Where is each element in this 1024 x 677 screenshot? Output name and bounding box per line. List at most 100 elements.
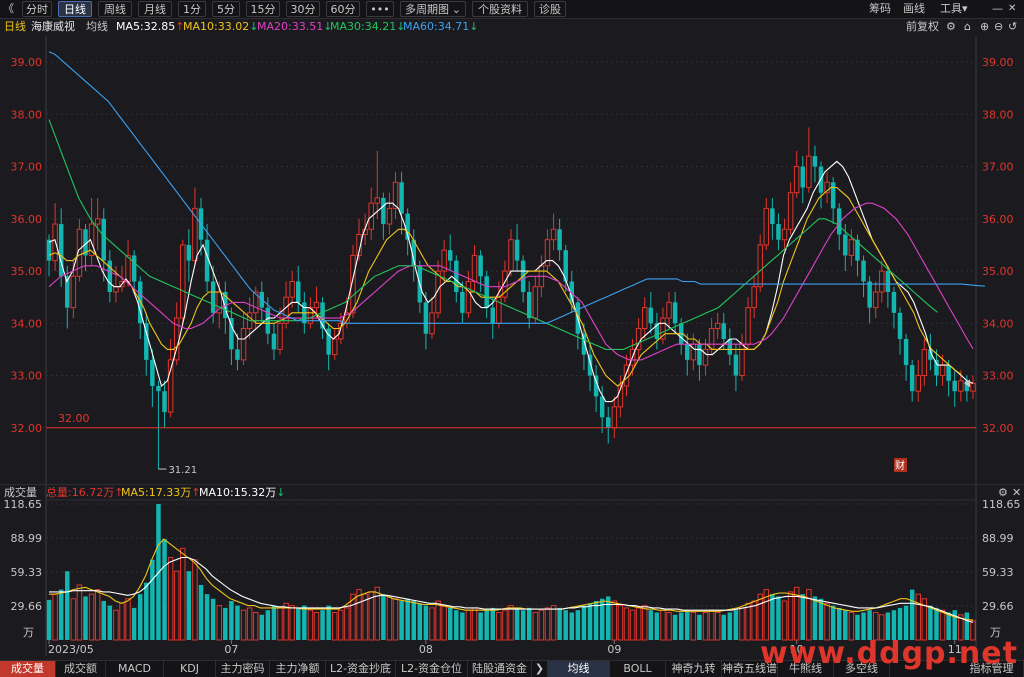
volume-bar-up bbox=[472, 608, 476, 640]
volume-bar-up bbox=[89, 594, 93, 640]
candle-body-down bbox=[952, 381, 956, 391]
volume-bar-down bbox=[728, 612, 732, 640]
volume-bar-up bbox=[217, 606, 221, 640]
candle-body-up bbox=[314, 302, 318, 307]
volume-bar-down bbox=[260, 615, 264, 640]
volume-bar-down bbox=[454, 610, 458, 640]
candle-body-up bbox=[709, 329, 713, 350]
volume-bar-down bbox=[405, 599, 409, 640]
volume-bar-down bbox=[776, 596, 780, 640]
candle-body-down bbox=[861, 261, 865, 282]
volume-bar-down bbox=[722, 615, 726, 640]
volume-tick-label-right: 59.33 bbox=[982, 566, 1014, 579]
candle-body-up bbox=[278, 323, 282, 349]
volume-bar-up bbox=[284, 603, 288, 640]
volume-bar-down bbox=[211, 599, 215, 640]
tabs-scroll-icon[interactable]: ❯ bbox=[532, 661, 548, 677]
tab-ma[interactable]: 均线 bbox=[548, 661, 610, 677]
settings-gear-icon[interactable]: ⚙ bbox=[998, 485, 1008, 501]
volume-bar-up bbox=[430, 608, 434, 640]
volume-bar-up bbox=[466, 610, 470, 640]
tab-hk-connect[interactable]: 陆股通资金 bbox=[468, 661, 532, 677]
candle-body-up bbox=[612, 407, 616, 428]
candle-body-up bbox=[807, 156, 811, 187]
candle-body-down bbox=[606, 417, 610, 427]
volume-bar-up bbox=[782, 601, 786, 640]
volume-tick-label-left: 88.99 bbox=[11, 532, 43, 545]
tab-l2-bottom[interactable]: L2-资金抄底 bbox=[326, 661, 396, 677]
volume-bar-down bbox=[685, 610, 689, 640]
volume-bar-down bbox=[679, 612, 683, 640]
volume-title: 成交量 bbox=[4, 485, 37, 501]
volume-bar-up bbox=[545, 608, 549, 640]
tab-turnover[interactable]: 成交额 bbox=[56, 661, 106, 677]
tab-kdj[interactable]: KDJ bbox=[164, 661, 216, 677]
volume-bar-down bbox=[199, 585, 203, 640]
volume-bar-down bbox=[734, 610, 738, 640]
tab-magic-nine[interactable]: 神奇九转 bbox=[666, 661, 722, 677]
volume-bar-down bbox=[187, 571, 191, 640]
candle-body-down bbox=[150, 360, 154, 386]
candle-body-up bbox=[758, 245, 762, 287]
volume-bar-down bbox=[399, 601, 403, 640]
volume-bar-up bbox=[667, 612, 671, 640]
volume-bar-down bbox=[302, 606, 306, 640]
volume-bar-up bbox=[339, 610, 343, 640]
volume-bar-down bbox=[162, 539, 166, 640]
candle-body-up bbox=[241, 329, 245, 360]
volume-bar-up bbox=[551, 606, 555, 640]
volume-bar-up bbox=[752, 601, 756, 640]
candle-body-down bbox=[296, 282, 300, 303]
price-tick-label-right: 39.00 bbox=[982, 56, 1014, 69]
candle-body-up bbox=[545, 240, 549, 266]
price-tick-label-left: 36.00 bbox=[11, 213, 43, 226]
volume-bar-down bbox=[527, 608, 531, 640]
volume-bar-up bbox=[916, 594, 920, 640]
tab-main-net[interactable]: 主力净额 bbox=[270, 661, 326, 677]
volume-bar-down bbox=[801, 594, 805, 640]
candle-body-up bbox=[959, 381, 963, 391]
candle-body-down bbox=[867, 282, 871, 308]
volume-bar-down bbox=[570, 612, 574, 640]
volume-bar-down bbox=[649, 610, 653, 640]
candle-body-down bbox=[229, 318, 233, 349]
volume-bar-down bbox=[108, 606, 112, 640]
volume-bar-down bbox=[588, 603, 592, 640]
candle-body-up bbox=[642, 308, 646, 329]
volume-bar-down bbox=[266, 610, 270, 640]
x-tick-label: 07 bbox=[224, 643, 238, 656]
candle-body-down bbox=[47, 240, 51, 261]
volume-bar-down bbox=[65, 571, 69, 640]
candle-body-down bbox=[478, 255, 482, 276]
price-tick-label-left: 35.00 bbox=[11, 265, 43, 278]
tab-volume[interactable]: 成交量 bbox=[0, 661, 56, 677]
volume-bar-up bbox=[168, 557, 172, 640]
volume-tick-label-left: 29.66 bbox=[11, 600, 43, 613]
candle-body-down bbox=[886, 271, 890, 292]
candle-body-down bbox=[685, 344, 689, 360]
candle-body-up bbox=[181, 245, 185, 318]
volume-bar-up bbox=[740, 608, 744, 640]
volume-ma5: MA5:17.33万↑ bbox=[121, 485, 200, 501]
close-circle-icon[interactable]: ✕ bbox=[1012, 485, 1021, 501]
volume-bar-up bbox=[497, 612, 501, 640]
candlestick-chart[interactable]: 39.0039.0038.0038.0037.0037.0036.0036.00… bbox=[0, 0, 1024, 676]
volume-bar-down bbox=[484, 610, 488, 640]
volume-bar-up bbox=[193, 560, 197, 640]
volume-bar-down bbox=[576, 610, 580, 640]
tab-macd[interactable]: MACD bbox=[106, 661, 164, 677]
ma-line-ma20 bbox=[49, 203, 973, 360]
price-tick-label-right: 33.00 bbox=[982, 370, 1014, 383]
volume-bar-up bbox=[618, 606, 622, 640]
volume-bar-up bbox=[661, 610, 665, 640]
tab-boll[interactable]: BOLL bbox=[610, 661, 666, 677]
volume-bar-down bbox=[418, 603, 422, 640]
tab-l2-position[interactable]: L2-资金仓位 bbox=[396, 661, 468, 677]
price-tick-label-left: 37.00 bbox=[11, 161, 43, 174]
price-tick-label-right: 32.00 bbox=[982, 422, 1014, 435]
candle-body-up bbox=[922, 349, 926, 375]
volume-bar-down bbox=[381, 594, 385, 640]
volume-bar-down bbox=[150, 560, 154, 640]
candle-body-up bbox=[873, 292, 877, 308]
tab-main-code[interactable]: 主力密码 bbox=[216, 661, 270, 677]
